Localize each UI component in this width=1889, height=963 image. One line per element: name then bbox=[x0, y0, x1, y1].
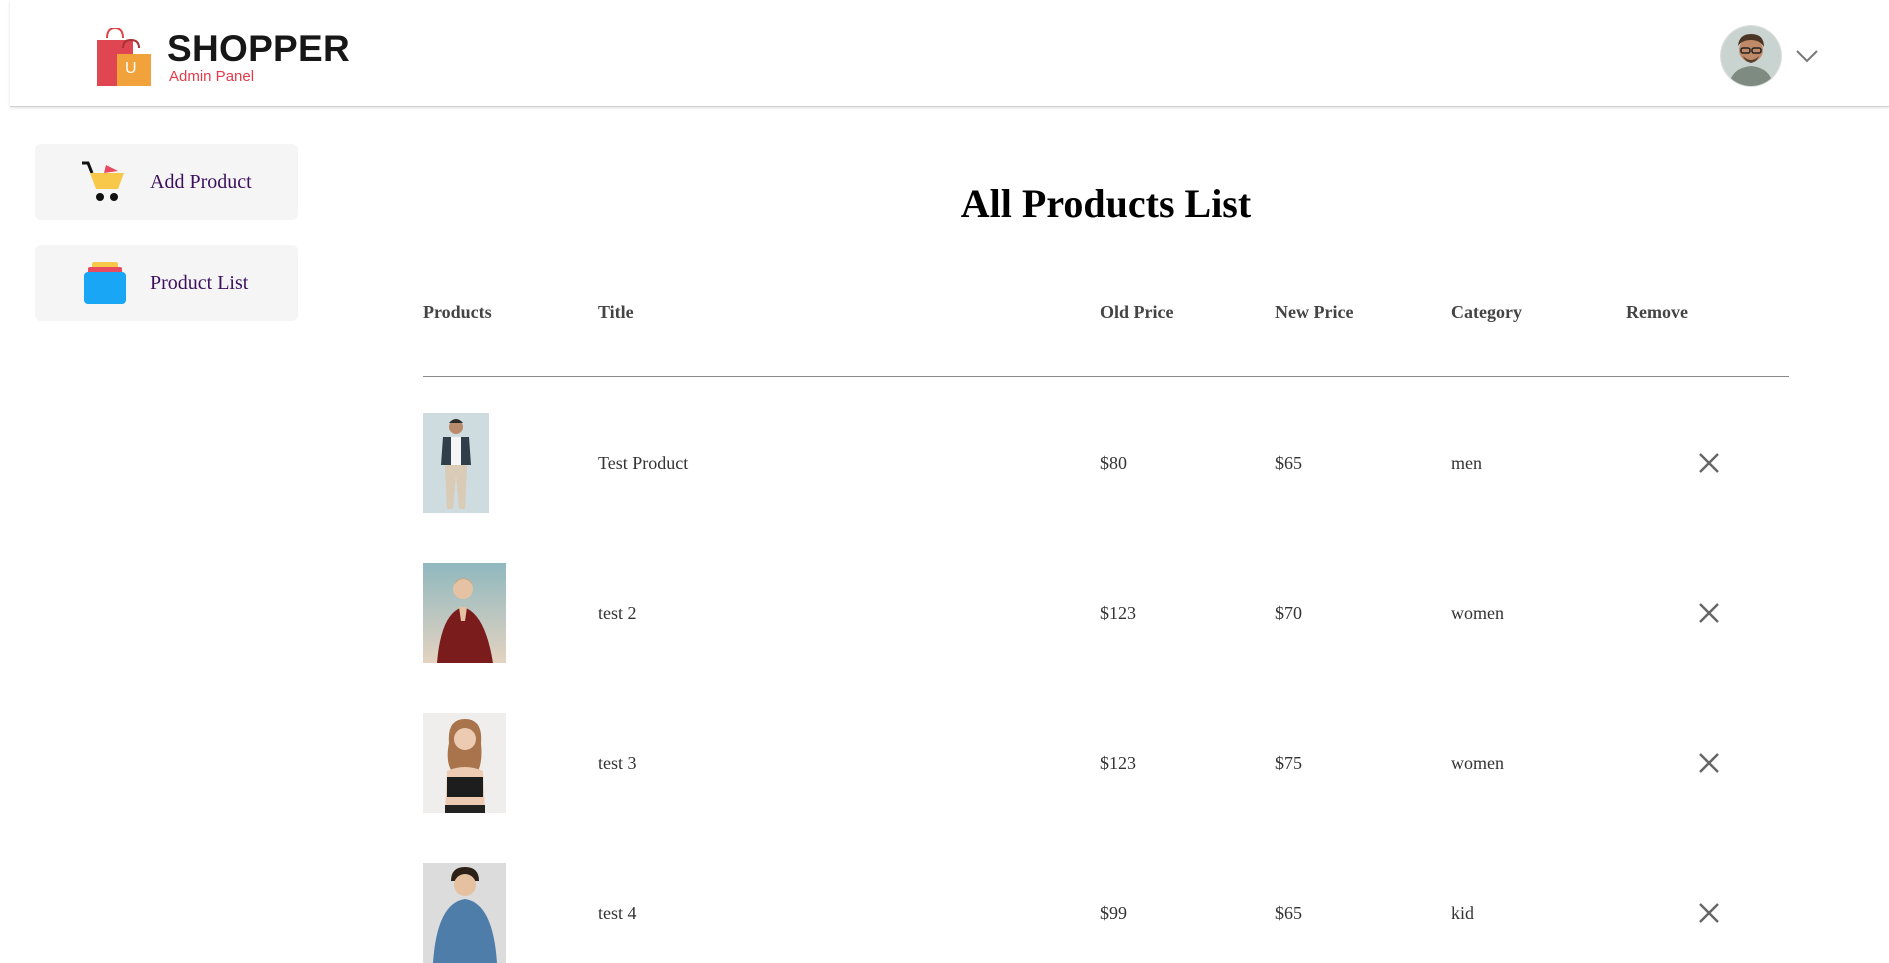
sidebar-item-label: Product List bbox=[150, 271, 249, 294]
remove-cross-icon[interactable] bbox=[1698, 902, 1720, 924]
sidebar-item-add-product[interactable]: Add Product bbox=[35, 144, 298, 220]
product-title: test 4 bbox=[598, 903, 637, 923]
chevron-down-icon[interactable] bbox=[1795, 49, 1819, 63]
sidebar: Add Product Product List bbox=[35, 144, 298, 346]
column-header-products: Products bbox=[423, 302, 492, 322]
product-category: men bbox=[1451, 453, 1482, 473]
profile-menu[interactable] bbox=[1721, 26, 1819, 86]
product-new-price: $70 bbox=[1275, 603, 1302, 623]
product-category: women bbox=[1451, 603, 1504, 623]
product-thumbnail bbox=[423, 563, 506, 663]
cart-icon bbox=[82, 161, 124, 201]
table-row: test 2 $123 $70 women bbox=[423, 563, 1789, 663]
stack-icon bbox=[84, 262, 126, 304]
table-row: Test Product $80 $65 men bbox=[423, 413, 1789, 513]
remove-cross-icon[interactable] bbox=[1698, 752, 1720, 774]
brand-subtitle: Admin Panel bbox=[169, 68, 255, 85]
header-divider bbox=[423, 376, 1789, 377]
page-title: All Products List bbox=[960, 181, 1252, 226]
table-row: test 4 $99 $65 kid bbox=[423, 863, 1789, 963]
column-header-category: Category bbox=[1451, 302, 1522, 322]
column-header-title: Title bbox=[598, 302, 634, 322]
user-avatar[interactable] bbox=[1721, 26, 1781, 86]
product-old-price: $99 bbox=[1100, 903, 1127, 923]
product-category: women bbox=[1451, 753, 1504, 773]
remove-cross-icon[interactable] bbox=[1698, 602, 1720, 624]
product-thumbnail bbox=[423, 863, 506, 963]
column-header-remove: Remove bbox=[1626, 302, 1688, 322]
navbar: U SHOPPER Admin Panel bbox=[10, 0, 1889, 107]
product-old-price: $123 bbox=[1100, 603, 1136, 623]
table-row: test 3 $123 $75 women bbox=[423, 713, 1789, 813]
sidebar-item-label: Add Product bbox=[150, 170, 252, 193]
column-header-new-price: New Price bbox=[1275, 302, 1354, 322]
product-thumbnail bbox=[423, 713, 506, 813]
table-header: Products Title Old Price New Price Categ… bbox=[423, 302, 1789, 322]
logo-badge-letter: U bbox=[125, 60, 137, 77]
product-old-price: $123 bbox=[1100, 753, 1136, 773]
product-new-price: $75 bbox=[1275, 753, 1302, 773]
product-title: test 2 bbox=[598, 603, 637, 623]
product-title: test 3 bbox=[598, 753, 637, 773]
product-thumbnail bbox=[423, 413, 489, 513]
product-title: Test Product bbox=[598, 453, 689, 473]
product-new-price: $65 bbox=[1275, 453, 1302, 473]
sidebar-item-product-list[interactable]: Product List bbox=[35, 245, 298, 321]
product-list-panel: All Products List Products Title Old Pri… bbox=[423, 180, 1789, 963]
product-category: kid bbox=[1451, 903, 1475, 923]
remove-cross-icon[interactable] bbox=[1698, 452, 1720, 474]
product-old-price: $80 bbox=[1100, 453, 1127, 473]
logo[interactable]: U SHOPPER Admin Panel bbox=[87, 26, 351, 86]
brand-name: SHOPPER bbox=[167, 28, 351, 69]
column-header-old-price: Old Price bbox=[1100, 302, 1174, 322]
product-new-price: $65 bbox=[1275, 903, 1302, 923]
shopping-bag-icon: U bbox=[87, 26, 153, 86]
